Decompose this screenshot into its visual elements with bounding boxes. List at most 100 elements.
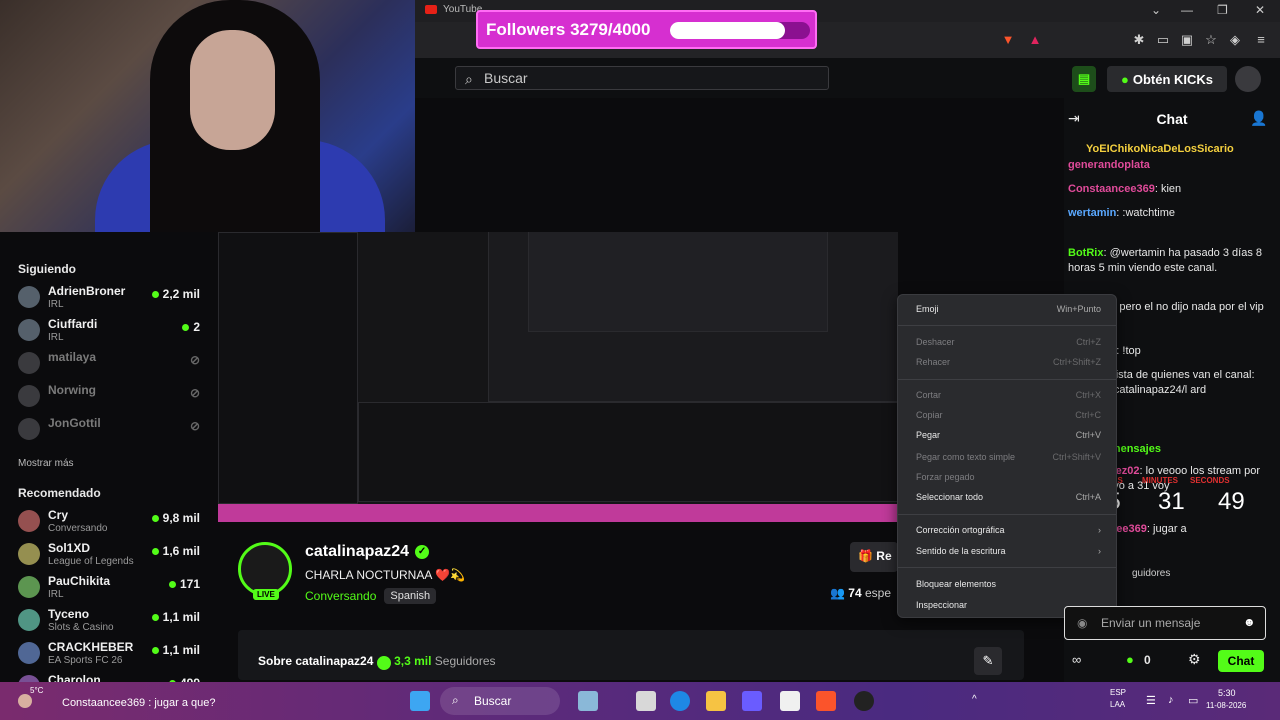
search-icon: ⌕ — [452, 693, 459, 707]
chevron-down-icon[interactable]: ⌄ — [1151, 3, 1161, 17]
browser-tab[interactable]: YouTube — [425, 4, 482, 15]
brave-icon[interactable] — [816, 691, 836, 711]
menu-item-label: Forzar pegado — [916, 472, 975, 482]
context-menu-item[interactable]: Pegar Ctrl+V — [916, 430, 1101, 440]
menu-icon[interactable]: ≡ — [1253, 32, 1269, 48]
close-icon[interactable]: ✕ — [1255, 3, 1265, 17]
obs-icon[interactable] — [854, 691, 874, 711]
show-more-link[interactable]: Mostrar más — [18, 458, 74, 469]
volume-icon[interactable]: ♪ — [1168, 694, 1174, 706]
widgets-icon[interactable] — [578, 691, 598, 711]
chat-username[interactable]: YoEIChikoNicaDeLosSicario — [1086, 143, 1234, 155]
context-menu-item[interactable]: Rehacer Ctrl+Shift+Z — [916, 357, 1101, 367]
followers-goal-fill — [670, 22, 785, 39]
infinity-icon[interactable]: ∞ — [1072, 652, 1081, 667]
wallet-icon[interactable]: ▣ — [1179, 32, 1195, 48]
store-icon[interactable]: ▤ — [1072, 66, 1096, 92]
store-icon[interactable] — [780, 691, 800, 711]
subscribe-button[interactable]: 🎁 Re — [850, 542, 898, 572]
chat-username[interactable]: wertamin — [1068, 207, 1116, 219]
streamer-category: League of Legends — [48, 556, 134, 567]
nested-stream-info — [358, 402, 898, 502]
context-menu-item[interactable]: Deshacer Ctrl+Z — [916, 337, 1101, 347]
context-menu-item[interactable]: Sentido de la escritura › — [916, 546, 1101, 556]
battery-icon[interactable]: ▭ — [1188, 694, 1198, 707]
copilot-icon[interactable] — [742, 691, 762, 711]
chat-users-icon[interactable]: 👤 — [1250, 110, 1267, 127]
get-kicks-button[interactable]: ● Obtén KICKs — [1107, 66, 1227, 92]
kicks-count: 0 — [1144, 653, 1151, 667]
context-menu-item[interactable]: Cortar Ctrl+X — [916, 390, 1101, 400]
live-dot-icon — [151, 646, 159, 654]
viewers-icon: 👥 — [830, 586, 849, 600]
wifi-icon[interactable]: ☰ — [1146, 694, 1156, 707]
context-menu-item[interactable]: Bloquear elementos — [916, 579, 1101, 589]
sidebar-item-following[interactable]: JonGottil ⊘ — [18, 416, 208, 448]
sidebar-item-recommended[interactable]: PauChikita IRL 171 — [18, 574, 208, 606]
chat-username[interactable]: Constaancee369 — [1068, 183, 1155, 195]
windows-start-icon[interactable] — [410, 691, 430, 711]
brave-shield-icon[interactable]: ▼ — [1000, 32, 1016, 48]
streamer-name: CRACKHEBER — [48, 640, 134, 654]
sidebar-item-recommended[interactable]: Cry Conversando 9,8 mil — [18, 508, 208, 540]
sidebar-item-following[interactable]: AdrienBroner IRL 2,2 mil — [18, 284, 208, 316]
menu-item-shortcut: Ctrl+Shift+Z — [1052, 357, 1101, 367]
supporters-label: guidores — [1132, 568, 1171, 579]
sidebar-item-following[interactable]: matilaya ⊘ — [18, 350, 208, 382]
taskbar-search[interactable]: ⌕ Buscar — [440, 687, 560, 715]
send-chat-button[interactable]: Chat — [1218, 650, 1264, 672]
language-tag[interactable]: Spanish — [384, 588, 437, 604]
kick-coin-icon: ● — [1120, 71, 1129, 87]
chat-input[interactable]: ◉ Enviar un mensaje ☻ — [1064, 606, 1266, 640]
edit-pencil-icon[interactable]: ✎ — [974, 647, 1002, 675]
task-view-icon[interactable] — [636, 691, 656, 711]
tray-chevron-icon[interactable]: ^ — [972, 694, 977, 705]
sidebar-item-following[interactable]: Ciuffardi IRL 2 — [18, 317, 208, 349]
left-sidebar: Siguiendo AdrienBroner IRL 2,2 mil Ciuffard… — [0, 232, 218, 697]
chat-title: Chat — [1156, 111, 1188, 127]
extensions-icon[interactable]: ✱ — [1131, 32, 1147, 48]
sidebar-item-following[interactable]: Norwing ⊘ — [18, 383, 208, 415]
vpn-icon[interactable]: ◈ — [1227, 32, 1243, 48]
language-indicator[interactable]: ESP — [1110, 688, 1126, 697]
viewer-count-text: 1,1 mil — [162, 610, 200, 624]
channel-avatar[interactable]: LIVE — [238, 542, 292, 600]
edge-icon[interactable] — [670, 691, 690, 711]
gift-icon: 🎁 — [858, 549, 877, 563]
file-explorer-icon[interactable] — [706, 691, 726, 711]
context-menu-item[interactable]: Forzar pegado — [916, 472, 1101, 482]
sidebar-icon[interactable]: ▭ — [1155, 32, 1171, 48]
sidebar-item-recommended[interactable]: CRACKHEBER EA Sports FC 26 1,1 mil — [18, 640, 208, 672]
chat-message-text: kien — [1160, 183, 1182, 195]
search-input[interactable]: ⌕ Buscar — [455, 66, 829, 90]
gear-icon[interactable]: ⚙ — [1188, 651, 1201, 668]
context-menu-item[interactable]: Pegar como texto simple Ctrl+Shift+V — [916, 452, 1101, 462]
avatar — [18, 543, 40, 565]
context-menu-item[interactable]: Emoji Win+Punto — [916, 304, 1101, 314]
sidebar-item-recommended[interactable]: Sol1XD League of Legends 1,6 mil — [18, 541, 208, 573]
emoji-icon[interactable]: ☻ — [1243, 615, 1256, 629]
bookmark-icon[interactable]: ☆ — [1203, 32, 1219, 48]
streamer-name: Cry — [48, 508, 69, 522]
weather-widget[interactable]: 5°C — [30, 686, 43, 695]
clock-time[interactable]: 5:30 — [1218, 688, 1236, 698]
sidebar-item-recommended[interactable]: Tyceno Slots & Casino 1,1 mil — [18, 607, 208, 639]
chat-message: generandoplata — [1068, 158, 1278, 173]
restore-icon[interactable]: ❐ — [1217, 3, 1228, 17]
chat-username[interactable]: BotRix — [1068, 247, 1103, 259]
menu-divider — [898, 379, 1116, 380]
context-menu-item[interactable]: Copiar Ctrl+C — [916, 410, 1101, 420]
keyboard-layout-indicator: LAA — [1110, 700, 1126, 709]
user-avatar[interactable] — [1235, 66, 1261, 92]
minimize-icon[interactable]: — — [1181, 3, 1193, 17]
menu-item-shortcut: Ctrl+Z — [1076, 337, 1101, 347]
chat-message: Constaancee369: kien — [1068, 183, 1182, 195]
channel-name[interactable]: catalinapaz24 ✓ — [305, 543, 430, 561]
stream-video-preview[interactable] — [218, 232, 898, 522]
category-link[interactable]: Conversando — [305, 589, 376, 603]
rewards-icon[interactable]: ▲ — [1027, 32, 1043, 48]
context-menu-item[interactable]: Corrección ortográfica › — [916, 525, 1101, 535]
context-menu-item[interactable]: Seleccionar todo Ctrl+A — [916, 492, 1101, 502]
about-followers-count: 3,3 mil — [394, 654, 432, 668]
chat-username[interactable]: generandoplata — [1068, 159, 1150, 171]
